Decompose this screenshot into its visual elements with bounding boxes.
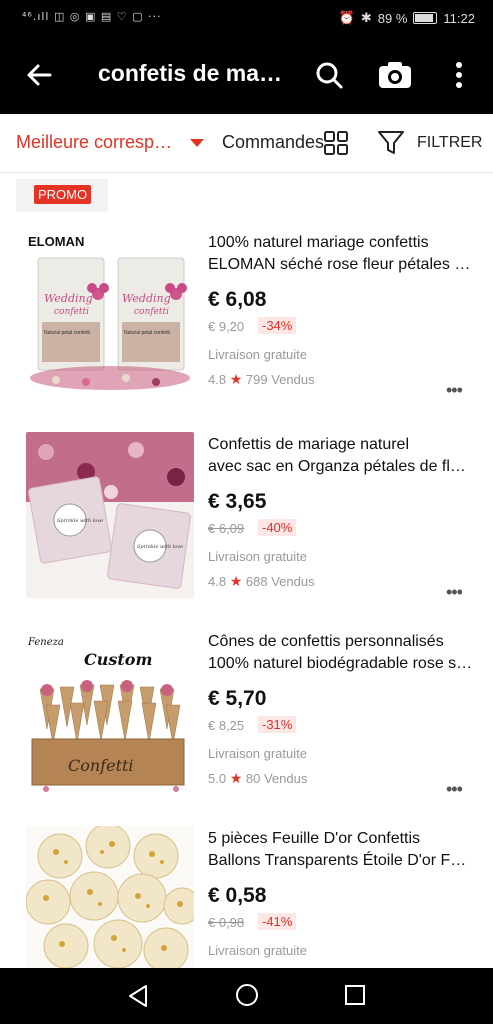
sort-best-match[interactable]: Meilleure corresp… — [16, 132, 172, 153]
shipping-info: Livraison gratuite — [208, 943, 307, 958]
thumb-brand: ELOMAN — [28, 234, 84, 249]
original-price: € 9,20 — [208, 319, 245, 334]
discount-badge: -34% — [258, 317, 297, 334]
search-query-title[interactable]: confetis de ma… — [98, 60, 282, 87]
svg-text:Sprinkle with love: Sprinkle with love — [137, 544, 183, 550]
nav-recents-icon[interactable] — [344, 984, 366, 1006]
status-icons: ⁴⁶.ıll ◫ ◎ ▣ ▤ ♡ ▢ ··· — [22, 10, 162, 23]
svg-text:confetti: confetti — [134, 307, 169, 317]
discount-badge: -31% — [258, 716, 297, 733]
shipping-info: Livraison gratuite — [208, 549, 307, 564]
svg-text:Wedding: Wedding — [44, 292, 93, 305]
caret-down-icon[interactable] — [190, 139, 204, 147]
filter-icon[interactable] — [376, 128, 406, 158]
product-price: € 5,70 — [208, 687, 267, 710]
star-icon: ★ — [229, 371, 243, 387]
sort-bar: Meilleure corresp… Commandes FILTRER — [0, 114, 493, 173]
shipping-info: Livraison gratuite — [208, 347, 307, 362]
product-price: € 0,58 — [208, 884, 267, 907]
sold-count: 688 Vendus — [245, 574, 315, 589]
app-bar: confetis de ma… — [0, 36, 493, 114]
product-price: € 3,65 — [208, 490, 267, 513]
product-image[interactable] — [26, 826, 194, 968]
product-title[interactable]: 100% naturel mariage confettis ELOMAN sé… — [208, 232, 476, 276]
original-price: € 8,25 — [208, 718, 245, 733]
bluetooth-icon: ✱ — [360, 10, 372, 25]
search-icon[interactable] — [312, 58, 346, 92]
rating-line: 4.8 ★ 688 Vendus — [208, 573, 315, 590]
rating-value: 4.8 — [208, 574, 227, 589]
system-nav-bar — [0, 968, 493, 1024]
product-title[interactable]: Confettis de mariage naturel avec sac en… — [208, 434, 476, 478]
camera-icon[interactable] — [377, 58, 413, 92]
rating-value: 4.8 — [208, 372, 227, 387]
product-title[interactable]: Cônes de confettis personnalisés 100% na… — [208, 631, 476, 675]
original-price: € 0,98 — [208, 915, 245, 930]
product-image[interactable]: ELOMAN Wedding confetti Wedding confetti… — [26, 230, 194, 396]
rating-value: 5.0 — [208, 771, 227, 786]
more-options-icon[interactable]: ••• — [446, 582, 463, 603]
rating-line: 5.0 ★ 80 Vendus — [208, 770, 307, 787]
sold-count: 799 Vendus — [245, 372, 315, 387]
product-title[interactable]: 5 pièces Feuille D'or Confettis Ballons … — [208, 828, 476, 872]
svg-text:Custom: Custom — [84, 650, 152, 669]
product-card[interactable]: ELOMAN Wedding confetti Wedding confetti… — [0, 230, 493, 420]
svg-text:Confetti: Confetti — [68, 756, 134, 775]
discount-badge: -41% — [258, 913, 297, 930]
promo-badge: PROMO — [34, 185, 92, 204]
svg-text:Natural petal confetti: Natural petal confetti — [44, 330, 90, 336]
grid-view-icon[interactable] — [324, 131, 348, 155]
battery-icon — [413, 12, 438, 24]
clock: 11:22 — [443, 10, 475, 26]
product-card[interactable]: Sprinkle with love Sprinkle with love Co… — [0, 432, 493, 622]
alarm-icon: ⏰ — [338, 10, 355, 25]
filter-button[interactable]: FILTRER — [417, 134, 482, 152]
sold-count: 80 Vendus — [245, 771, 308, 786]
product-card[interactable]: 5 pièces Feuille D'or Confettis Ballons … — [0, 826, 493, 968]
shipping-info: Livraison gratuite — [208, 746, 307, 761]
discount-badge: -40% — [258, 519, 297, 536]
product-price: € 6,08 — [208, 288, 267, 311]
battery-percent: 89 % — [377, 10, 408, 26]
star-icon: ★ — [229, 770, 243, 786]
back-arrow-icon[interactable] — [22, 58, 56, 92]
svg-text:Wedding: Wedding — [122, 292, 171, 305]
product-image[interactable]: Feneza Custom Confetti — [26, 629, 194, 795]
more-options-icon[interactable]: ••• — [446, 779, 463, 800]
svg-text:Sprinkle with love: Sprinkle with love — [57, 518, 103, 524]
svg-text:Natural petal confetti: Natural petal confetti — [124, 330, 170, 336]
star-icon: ★ — [229, 573, 243, 589]
product-card[interactable]: Feneza Custom Confetti Cônes de confetti… — [0, 629, 493, 819]
status-bar: ⁴⁶.ıll ◫ ◎ ▣ ▤ ♡ ▢ ··· ⏰ ✱ 89 % 11:22 — [0, 0, 493, 36]
original-price: € 6,09 — [208, 521, 245, 536]
svg-text:confetti: confetti — [54, 307, 89, 317]
more-options-icon[interactable]: ••• — [446, 380, 463, 401]
more-vert-icon[interactable] — [448, 58, 470, 92]
svg-text:Feneza: Feneza — [27, 637, 64, 648]
sort-orders[interactable]: Commandes — [222, 132, 324, 153]
nav-home-icon[interactable] — [234, 982, 260, 1008]
promo-tag-container: PROMO — [16, 179, 108, 212]
status-right: ⏰ ✱ 89 % 11:22 — [339, 10, 475, 26]
nav-back-icon[interactable] — [124, 982, 152, 1010]
rating-line: 4.8 ★ 799 Vendus — [208, 371, 315, 388]
product-image[interactable]: Sprinkle with love Sprinkle with love — [26, 432, 194, 598]
